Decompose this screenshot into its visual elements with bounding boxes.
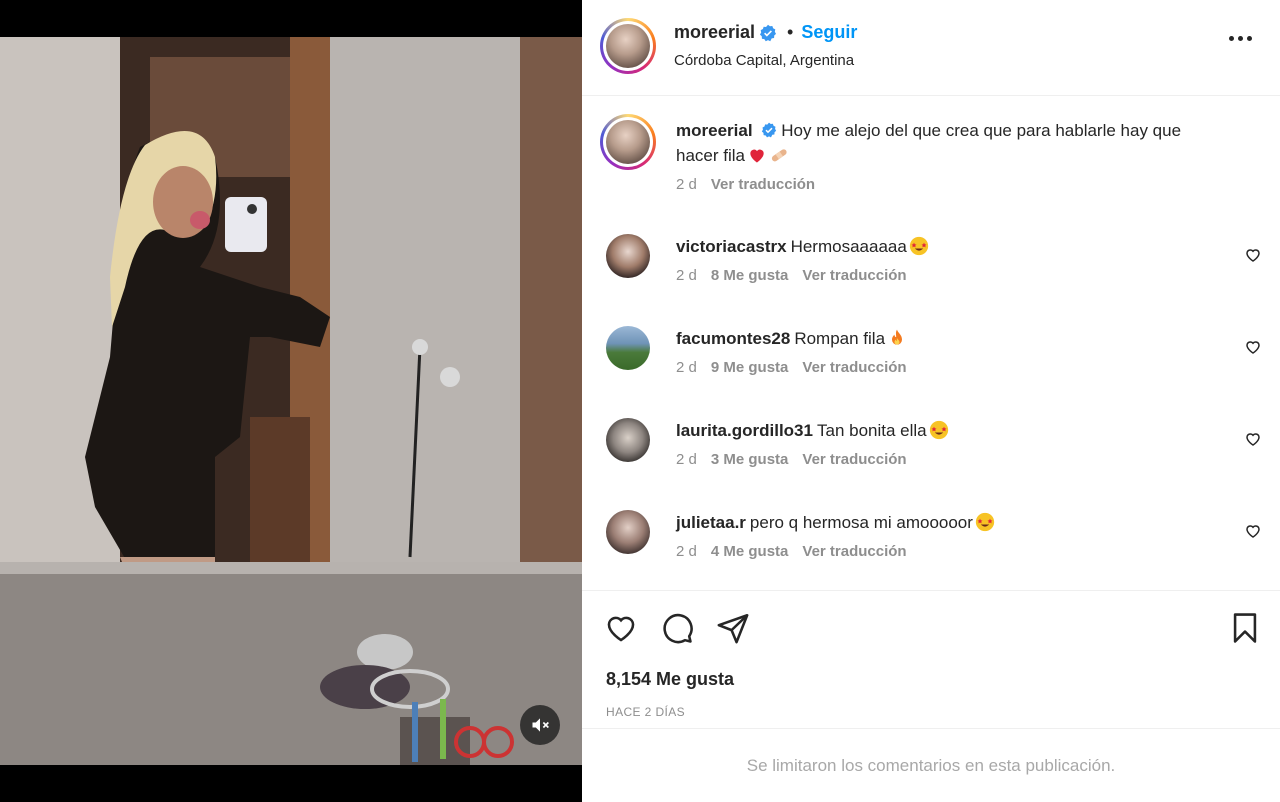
post-location[interactable]: Córdoba Capital, Argentina <box>674 52 854 69</box>
follow-button[interactable]: Seguir <box>801 22 857 43</box>
caption-time[interactable]: 2 d <box>676 176 697 193</box>
caption-translate-link[interactable]: Ver traducción <box>711 176 815 193</box>
post-details-panel: moreerial • Seguir Córdoba Capital, Arge… <box>582 0 1280 802</box>
heart-icon[interactable] <box>1244 246 1262 264</box>
fire-emoji-icon <box>892 329 903 345</box>
comment-icon[interactable] <box>660 611 694 645</box>
comment-username[interactable]: victoriacastrx <box>676 237 787 256</box>
post-actions-bar: 8,154 Me gusta HACE 2 DÍAS <box>582 590 1280 728</box>
star-struck-emoji-icon <box>975 512 995 532</box>
comment-time[interactable]: 2 d <box>676 359 697 376</box>
comment-text: Hermosaaaaaa <box>790 237 907 256</box>
heart-icon[interactable] <box>604 611 638 645</box>
comments-limited-notice: Se limitaron los comentarios en esta pub… <box>582 728 1280 802</box>
author-username[interactable]: moreerial <box>674 22 755 43</box>
comment-text: pero q hermosa mi amooooor <box>749 513 973 532</box>
comment-time[interactable]: 2 d <box>676 543 697 560</box>
post-timestamp: HACE 2 DÍAS <box>606 705 686 719</box>
mute-button[interactable] <box>520 705 560 745</box>
comment-likes[interactable]: 9 Me gusta <box>711 359 789 376</box>
heart-icon[interactable] <box>1244 338 1262 356</box>
heart-icon[interactable] <box>1244 430 1262 448</box>
volume-mute-icon <box>532 718 549 732</box>
author-name-row: moreerial • Seguir <box>674 22 857 43</box>
post-header: moreerial • Seguir Córdoba Capital, Arge… <box>582 0 1280 96</box>
commenter-avatar[interactable] <box>606 326 650 370</box>
mirror-selfie-image <box>0 37 582 765</box>
verified-badge-icon <box>760 24 777 41</box>
comment-likes[interactable]: 4 Me gusta <box>711 543 789 560</box>
comment-text: Tan bonita ella <box>816 421 927 440</box>
bookmark-icon[interactable] <box>1228 611 1262 645</box>
likes-count[interactable]: 8,154 Me gusta <box>606 669 734 690</box>
more-options-button[interactable] <box>1229 36 1252 41</box>
author-avatar[interactable] <box>600 18 656 74</box>
comment-translate-link[interactable]: Ver traducción <box>802 267 906 284</box>
comment-username[interactable]: laurita.gordillo31 <box>676 421 813 440</box>
comment-time[interactable]: 2 d <box>676 267 697 284</box>
comment-username[interactable]: facumontes28 <box>676 329 790 348</box>
commenter-avatar[interactable] <box>606 234 650 278</box>
comment-translate-link[interactable]: Ver traducción <box>802 451 906 468</box>
caption-author-avatar[interactable] <box>600 114 656 170</box>
verified-badge-icon <box>761 122 776 138</box>
bandage-icon <box>771 149 787 162</box>
commenter-avatar[interactable] <box>606 510 650 554</box>
comments-list: moreerial Hoy me alejo del que crea que … <box>582 96 1280 590</box>
heart-icon[interactable] <box>1244 522 1262 540</box>
comment-username[interactable]: julietaa.r <box>676 513 746 532</box>
post-video[interactable] <box>0 37 582 765</box>
star-struck-emoji-icon <box>909 236 928 256</box>
commenter-avatar[interactable] <box>606 418 650 462</box>
separator-dot: • <box>787 22 794 42</box>
comment-likes[interactable]: 8 Me gusta <box>711 267 789 284</box>
red-heart-icon <box>750 149 764 163</box>
more-options-icon <box>1229 36 1234 41</box>
comment-time[interactable]: 2 d <box>676 451 697 468</box>
caption-username[interactable]: moreerial <box>676 121 753 140</box>
comment-translate-link[interactable]: Ver traducción <box>802 359 906 376</box>
comment-translate-link[interactable]: Ver traducción <box>802 543 906 560</box>
comment-text: Rompan fila <box>794 329 886 348</box>
comment-likes[interactable]: 3 Me gusta <box>711 451 789 468</box>
star-struck-emoji-icon <box>929 420 948 440</box>
post-media <box>0 0 582 802</box>
instagram-post-view: moreerial • Seguir Córdoba Capital, Arge… <box>0 0 1280 802</box>
send-icon[interactable] <box>716 611 750 645</box>
